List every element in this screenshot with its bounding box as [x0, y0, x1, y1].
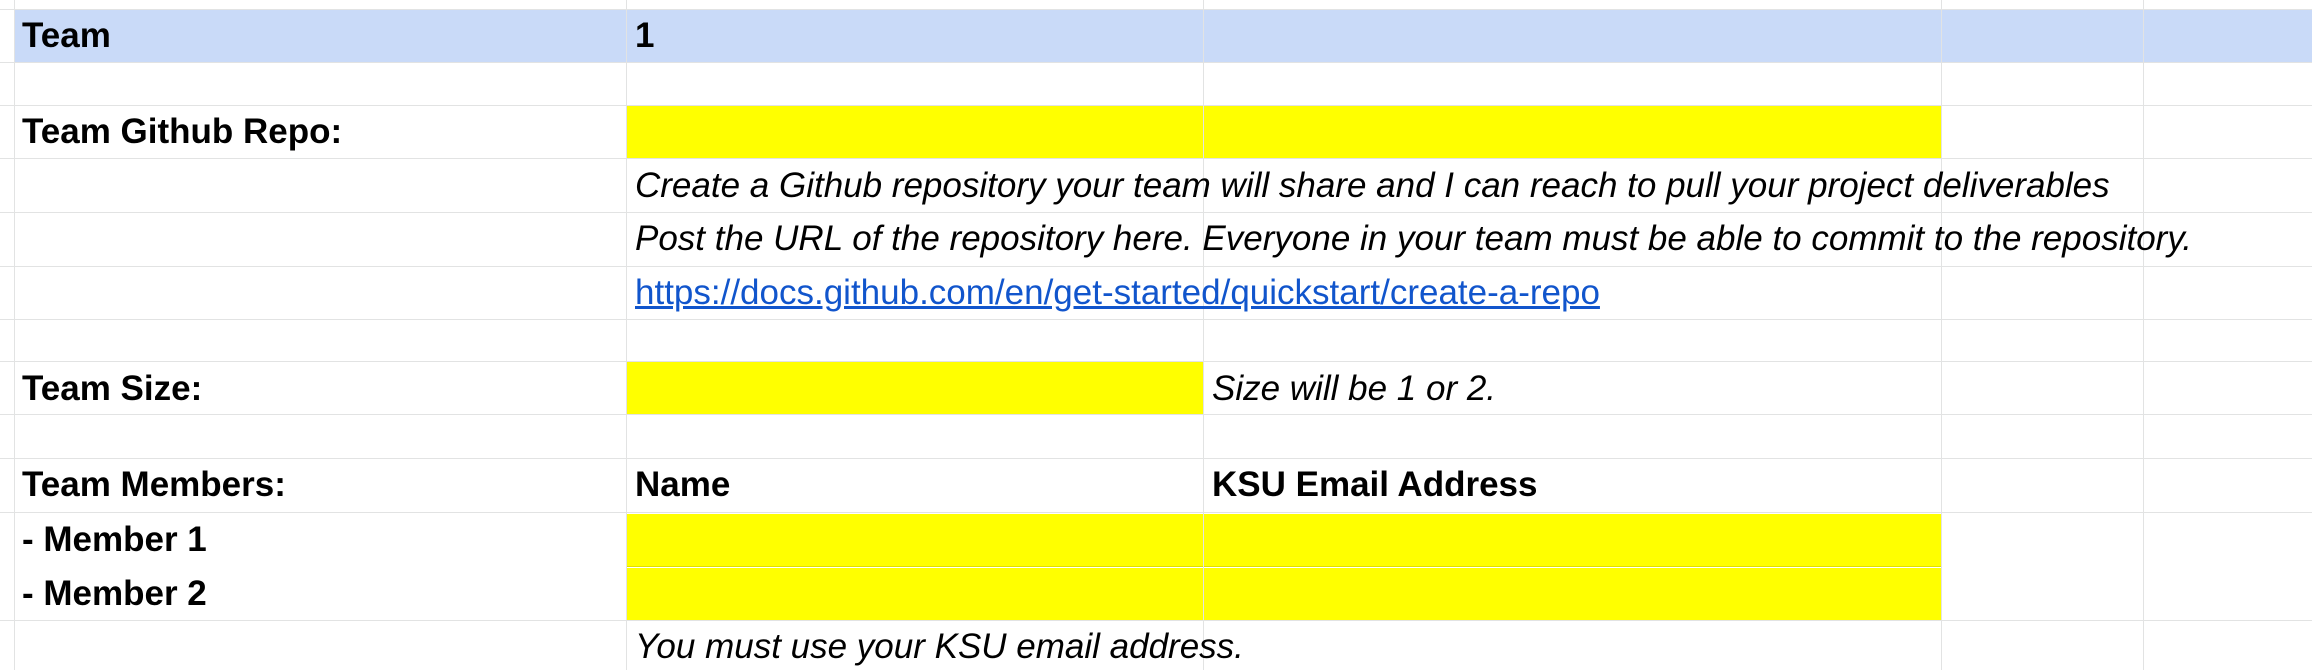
- grid-col-line: [626, 0, 627, 670]
- grid-row-line: [0, 266, 2312, 267]
- member-1-label: - Member 1: [22, 520, 207, 559]
- grid-row-line: [0, 158, 2312, 159]
- member-1-email-cell[interactable]: [1204, 514, 1941, 566]
- team-size-label: Team Size:: [22, 369, 203, 408]
- repo-note-line2: Post the URL of the repository here. Eve…: [635, 219, 2192, 258]
- grid-row-line: [0, 319, 2312, 320]
- grid-row-line: [0, 458, 2312, 459]
- grid-row-line: [0, 212, 2312, 213]
- grid-col-line: [1203, 0, 1204, 670]
- grid-row-line: [0, 9, 2312, 10]
- header-team-number[interactable]: 1: [635, 16, 654, 56]
- team-size-note: Size will be 1 or 2.: [1212, 369, 1497, 408]
- email-column-header: KSU Email Address: [1212, 465, 1538, 504]
- repo-url-cell[interactable]: [627, 106, 1941, 158]
- member-row-divider: [627, 566, 1941, 567]
- grid-row-line: [0, 62, 2312, 63]
- member-2-name-cell[interactable]: [627, 568, 1204, 620]
- member-1-name-cell[interactable]: [627, 514, 1204, 566]
- team-size-cell[interactable]: [627, 362, 1203, 414]
- grid-row-line: [0, 361, 2312, 362]
- email-requirement-note: You must use your KSU email address.: [635, 627, 1244, 666]
- grid-row-line: [0, 414, 2312, 415]
- grid-col-line: [14, 0, 15, 670]
- grid-col-line: [1941, 0, 1942, 670]
- grid-row-line: [0, 620, 2312, 621]
- header-row-fill: [14, 10, 2312, 62]
- member-2-label: - Member 2: [22, 574, 207, 613]
- repo-note-line1: Create a Github repository your team wil…: [635, 166, 2110, 205]
- grid-row-line: [0, 105, 2312, 106]
- grid-row-line: [0, 512, 2312, 513]
- name-column-header: Name: [635, 465, 731, 504]
- team-members-label: Team Members:: [22, 465, 286, 504]
- header-team-label: Team: [22, 16, 111, 55]
- repo-label: Team Github Repo:: [22, 112, 343, 151]
- grid-col-line: [2143, 0, 2144, 670]
- member-2-email-cell[interactable]: [1204, 568, 1941, 620]
- github-help-link[interactable]: https://docs.github.com/en/get-started/q…: [635, 273, 1600, 313]
